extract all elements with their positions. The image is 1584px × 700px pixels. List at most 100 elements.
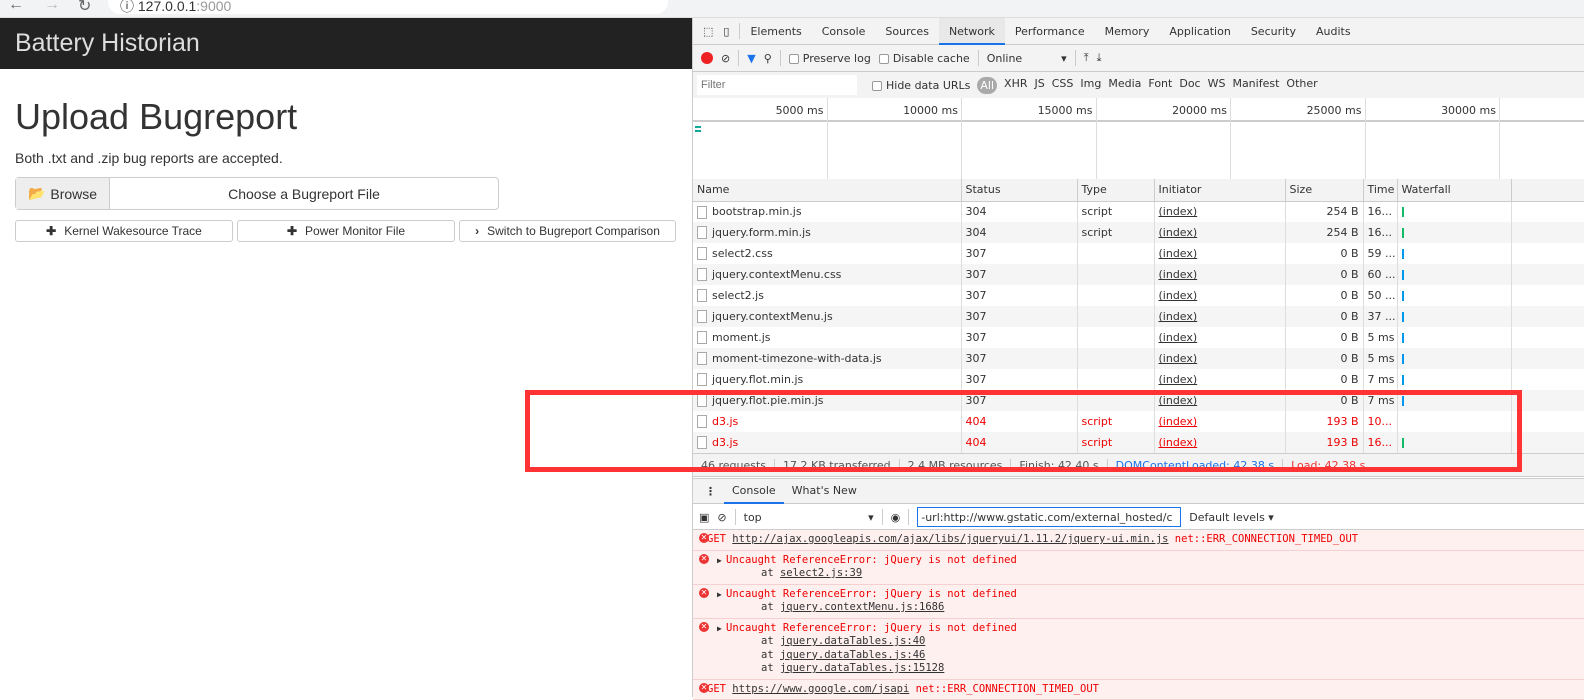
tab-console[interactable]: Console	[812, 18, 876, 45]
device-toggle-icon[interactable]: ▯	[719, 25, 739, 38]
browse-button[interactable]: 📂Browse	[16, 178, 110, 209]
type-filter-font[interactable]: Font	[1148, 77, 1172, 94]
import-har-icon[interactable]: ⤒	[1084, 51, 1089, 65]
initiator-link[interactable]: (index)	[1159, 289, 1198, 302]
tab-performance[interactable]: Performance	[1005, 18, 1095, 45]
initiator-link[interactable]: (index)	[1159, 226, 1198, 239]
type-filter-all[interactable]: All	[977, 77, 997, 94]
drawer-tab-console[interactable]: Console	[724, 478, 784, 504]
switch-comparison-button[interactable]: ›Switch to Bugreport Comparison	[459, 220, 676, 242]
throttle-select[interactable]: Online▾	[987, 52, 1067, 65]
record-icon[interactable]	[701, 52, 713, 64]
live-expression-eye-icon[interactable]: ◉	[891, 511, 901, 524]
initiator-link[interactable]: (index)	[1159, 268, 1198, 281]
kernel-wakesource-button[interactable]: ✚Kernel Wakesource Trace	[15, 220, 233, 242]
file-name-field[interactable]: Choose a Bugreport File	[110, 178, 498, 209]
initiator-link[interactable]: (index)	[1159, 205, 1198, 218]
inspect-icon[interactable]: ⬚	[693, 25, 719, 38]
hide-data-urls-checkbox[interactable]: Hide data URLs	[872, 79, 970, 92]
context-select[interactable]: top▾	[744, 511, 874, 524]
request-link[interactable]: http://ajax.googleapis.com/ajax/libs/jqu…	[732, 533, 1168, 545]
reload-icon[interactable]: ↻	[78, 0, 91, 16]
tab-audits[interactable]: Audits	[1306, 18, 1361, 45]
table-row[interactable]: select2.css307(index)0 B59 ...	[693, 243, 1584, 264]
table-row[interactable]: moment-timezone-with-data.js307(index)0 …	[693, 348, 1584, 369]
cell-initiator[interactable]: (index)	[1154, 306, 1285, 327]
column-header-waterfall[interactable]: Waterfall	[1397, 179, 1511, 201]
source-link[interactable]: select2.js:39	[780, 567, 862, 579]
drawer-tab-whats-new[interactable]: What's New	[784, 478, 865, 504]
table-row[interactable]: jquery.contextMenu.css307(index)0 B60 ..…	[693, 264, 1584, 285]
cell-initiator[interactable]: (index)	[1154, 264, 1285, 285]
clear-console-icon[interactable]: ⊘	[717, 511, 726, 524]
request-link[interactable]: https://www.google.com/jsapi	[732, 683, 909, 695]
column-header-status[interactable]: Status	[961, 179, 1077, 201]
tab-security[interactable]: Security	[1241, 18, 1306, 45]
log-levels-select[interactable]: Default levels ▾	[1189, 511, 1274, 524]
source-link[interactable]: jquery.contextMenu.js:1686	[780, 601, 944, 613]
back-icon[interactable]: ←	[8, 0, 24, 14]
source-link[interactable]: jquery.dataTables.js:46	[780, 649, 925, 661]
address-bar[interactable]: ⓘ 127.0.0.1:9000	[108, 0, 668, 14]
source-link[interactable]: jquery.dataTables.js:15128	[780, 662, 944, 674]
type-filter-doc[interactable]: Doc	[1179, 77, 1200, 94]
column-header-type[interactable]: Type	[1077, 179, 1154, 201]
cell-initiator[interactable]: (index)	[1154, 369, 1285, 390]
search-icon[interactable]: ⚲	[764, 52, 772, 65]
sidebar-toggle-icon[interactable]: ▣	[699, 511, 709, 524]
tab-elements[interactable]: Elements	[740, 18, 811, 45]
column-header-initiator[interactable]: Initiator	[1154, 179, 1285, 201]
console-filter-input[interactable]	[917, 507, 1181, 527]
more-menu-icon[interactable]: ⋮	[693, 485, 724, 498]
table-row[interactable]: moment.js307(index)0 B5 ms	[693, 327, 1584, 348]
console-error-message[interactable]: ✕▶Uncaught ReferenceError: jQuery is not…	[693, 619, 1584, 680]
initiator-link[interactable]: (index)	[1159, 373, 1198, 386]
initiator-link[interactable]: (index)	[1159, 331, 1198, 344]
tab-application[interactable]: Application	[1159, 18, 1240, 45]
expand-triangle-icon[interactable]: ▶	[717, 554, 722, 568]
power-monitor-button[interactable]: ✚Power Monitor File	[237, 220, 455, 242]
tab-memory[interactable]: Memory	[1095, 18, 1160, 45]
type-filter-css[interactable]: CSS	[1052, 77, 1074, 94]
expand-triangle-icon[interactable]: ▶	[717, 622, 722, 636]
filter-input[interactable]	[697, 75, 857, 95]
table-row[interactable]: select2.js307(index)0 B50 ...	[693, 285, 1584, 306]
cell-initiator[interactable]: (index)	[1154, 348, 1285, 369]
column-header-name[interactable]: Name	[693, 179, 961, 201]
column-header-size[interactable]: Size	[1285, 179, 1363, 201]
table-row[interactable]: jquery.flot.min.js307(index)0 B7 ms	[693, 369, 1584, 390]
console-error-message[interactable]: ✕GET http://ajax.googleapis.com/ajax/lib…	[693, 530, 1584, 551]
table-row[interactable]: jquery.contextMenu.js307(index)0 B37 ...	[693, 306, 1584, 327]
cell-initiator[interactable]: (index)	[1154, 285, 1285, 306]
cell-initiator[interactable]: (index)	[1154, 327, 1285, 348]
tab-network[interactable]: Network	[939, 18, 1005, 45]
tab-sources[interactable]: Sources	[875, 18, 939, 45]
type-filter-img[interactable]: Img	[1080, 77, 1101, 94]
forward-icon[interactable]: →	[44, 0, 60, 14]
type-filter-js[interactable]: JS	[1035, 77, 1045, 94]
disable-cache-checkbox[interactable]: Disable cache	[879, 52, 970, 65]
type-filter-media[interactable]: Media	[1108, 77, 1141, 94]
console-error-message[interactable]: ✕▶Uncaught ReferenceError: jQuery is not…	[693, 585, 1584, 619]
type-filter-other[interactable]: Other	[1286, 77, 1317, 94]
table-row[interactable]: bootstrap.min.js304script(index)254 B16.…	[693, 201, 1584, 222]
navbar-brand[interactable]: Battery Historian	[0, 18, 692, 69]
initiator-link[interactable]: (index)	[1159, 247, 1198, 260]
expand-triangle-icon[interactable]: ▶	[717, 588, 722, 602]
initiator-link[interactable]: (index)	[1159, 310, 1198, 323]
console-error-message[interactable]: ✕▶Uncaught ReferenceError: jQuery is not…	[693, 551, 1584, 585]
cell-initiator[interactable]: (index)	[1154, 222, 1285, 243]
type-filter-ws[interactable]: WS	[1208, 77, 1226, 94]
table-row[interactable]: jquery.form.min.js304script(index)254 B1…	[693, 222, 1584, 243]
clear-icon[interactable]: ⊘	[721, 52, 730, 65]
type-filter-manifest[interactable]: Manifest	[1232, 77, 1279, 94]
initiator-link[interactable]: (index)	[1159, 352, 1198, 365]
export-har-icon[interactable]: ⤓	[1097, 51, 1102, 65]
type-filter-xhr[interactable]: XHR	[1004, 77, 1027, 94]
preserve-log-checkbox[interactable]: Preserve log	[789, 52, 871, 65]
filter-icon[interactable]: ▼	[747, 52, 755, 65]
column-header-time[interactable]: Time	[1363, 179, 1397, 201]
cell-initiator[interactable]: (index)	[1154, 201, 1285, 222]
source-link[interactable]: jquery.dataTables.js:40	[780, 635, 925, 647]
cell-initiator[interactable]: (index)	[1154, 243, 1285, 264]
